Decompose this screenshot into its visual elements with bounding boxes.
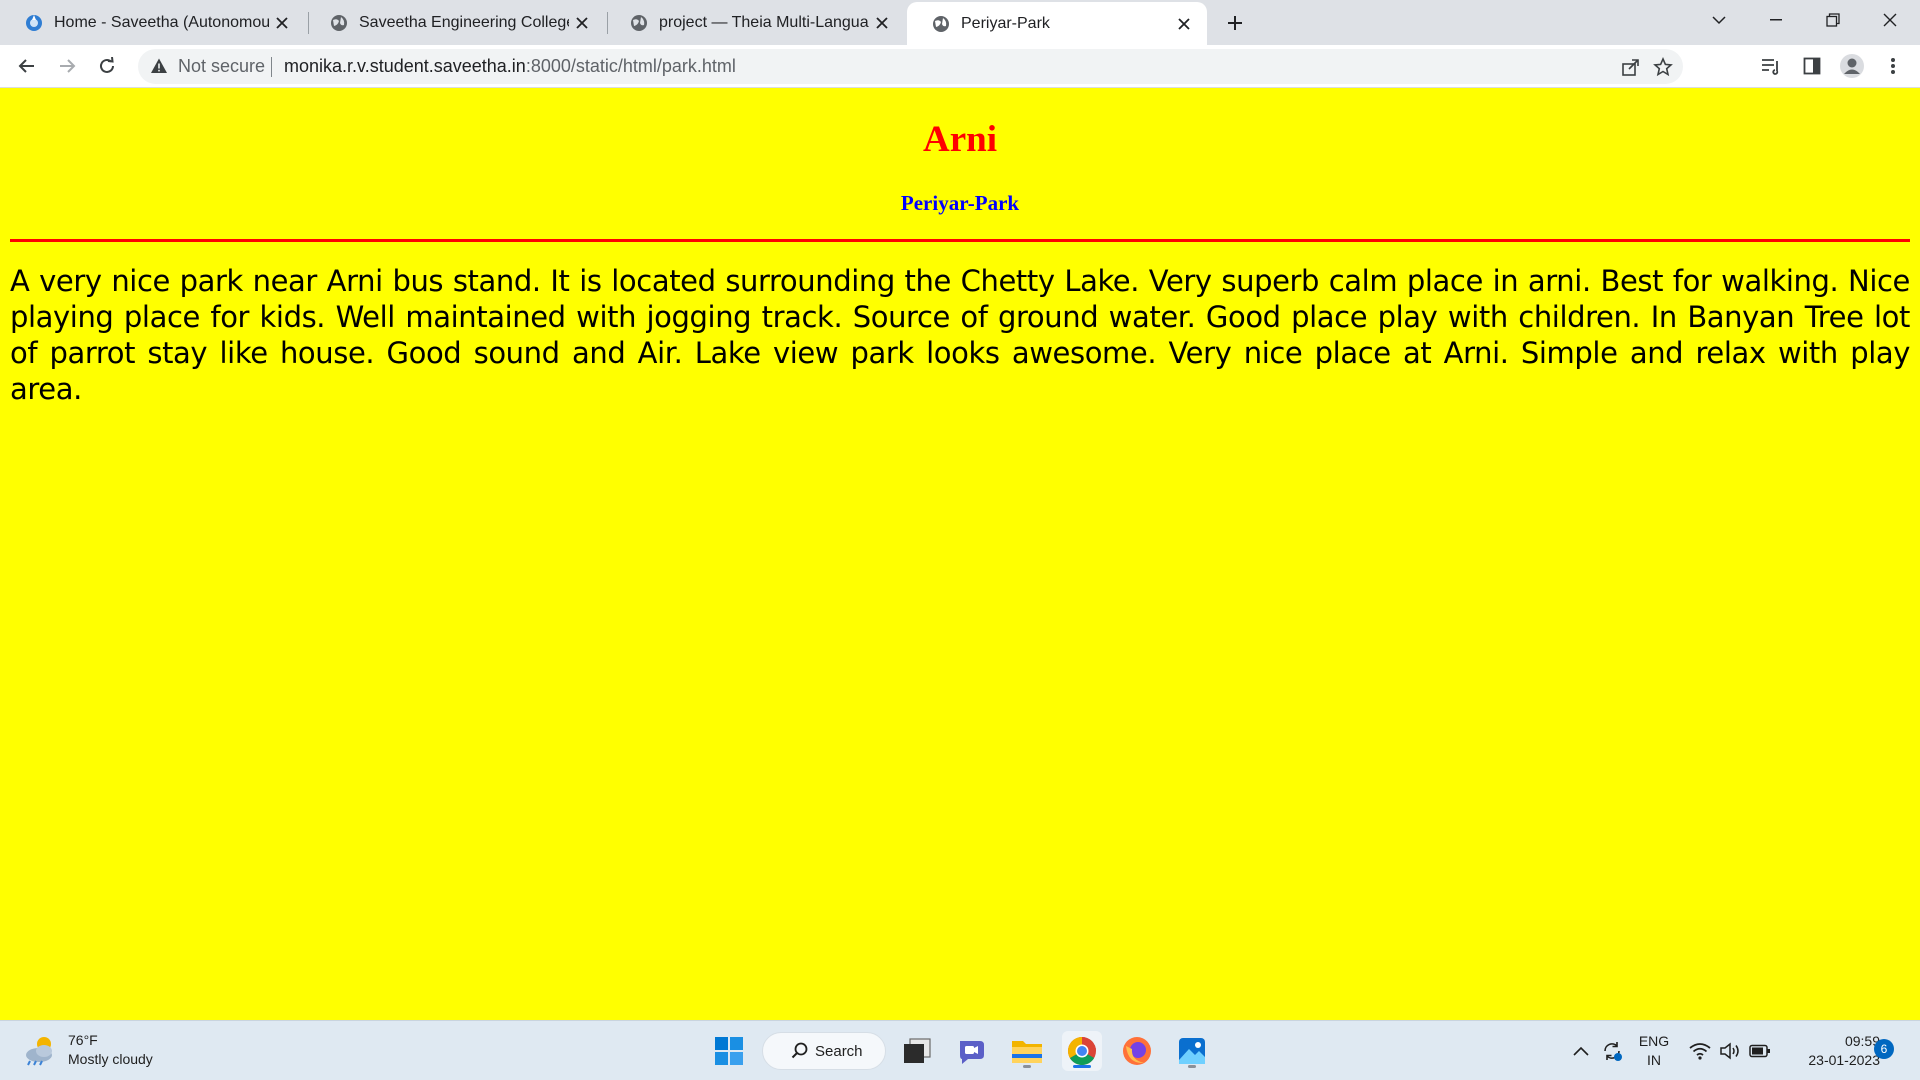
photos-icon [1179,1038,1205,1064]
sync-status-button[interactable] [1598,1021,1626,1080]
firefox-icon [1123,1037,1151,1065]
wifi-icon [1689,1043,1711,1060]
security-status[interactable]: Not secure [178,56,265,77]
horizontal-rule [10,239,1910,242]
chrome-menu-button[interactable] [1877,50,1909,82]
tab-title: project — Theia Multi-Language [659,13,869,31]
battery-icon [1749,1044,1770,1058]
chrome-taskbar-button[interactable] [1062,1031,1102,1071]
reload-icon [100,57,114,73]
park-description: A very nice park near Arni bus stand. It… [10,264,1910,406]
folder-icon [1012,1041,1042,1063]
address-bar[interactable]: Not secure monika.r.v.student.saveetha.i… [138,49,1683,84]
arrow-left-icon [18,59,34,73]
side-panel-icon [1803,57,1821,75]
bookmark-star-icon[interactable] [1650,54,1676,80]
task-view-button[interactable] [897,1031,937,1071]
address-divider [271,57,272,77]
weather-widget[interactable]: 76°F Mostly cloudy [22,1031,153,1069]
globe-icon [629,13,649,33]
arrow-right-icon [60,59,76,73]
start-button[interactable] [709,1031,749,1071]
url-host: monika.r.v.student.saveetha.in [284,56,526,76]
lang-region: IN [1647,1052,1661,1068]
partly-cloudy-icon [26,1037,52,1066]
running-indicator [1023,1065,1031,1068]
avatar-icon [1840,54,1864,78]
windows-logo-icon [715,1037,743,1065]
close-icon [1883,13,1897,27]
video-chat-icon [960,1041,984,1064]
battery-button[interactable] [1746,1021,1774,1080]
minimize-icon [1770,19,1782,21]
restore-icon [1826,13,1840,27]
close-tab-icon[interactable] [569,10,595,36]
forward-button[interactable] [51,50,83,82]
saveetha-logo-icon [24,13,44,33]
tab-title: Periyar-Park [961,14,1050,32]
notification-badge[interactable]: 6 [1874,1039,1894,1059]
url-path: :8000/static/html/park.html [525,56,736,76]
globe-icon [931,14,951,34]
tab-strip: Home - Saveetha (Autonomous) Saveetha En… [0,0,1920,45]
search-icon [791,1042,808,1059]
close-window-button[interactable] [1868,0,1912,40]
reload-button[interactable] [91,50,123,82]
volume-button[interactable] [1716,1021,1744,1080]
profile-button[interactable] [1836,50,1868,82]
task-view-icon [904,1038,931,1063]
search-label: Search [815,1042,863,1060]
page-subheading: Periyar-Park [900,191,1020,215]
tab-theia-project[interactable]: project — Theia Multi-Language [605,0,905,45]
file-explorer-button[interactable] [1007,1031,1047,1071]
running-indicator [1188,1065,1196,1068]
tab-title: Saveetha Engineering College [359,13,569,31]
active-indicator [1073,1065,1091,1068]
chevron-up-icon [1573,1046,1589,1056]
show-hidden-icons-button[interactable] [1568,1021,1594,1080]
weather-temp: 76°F [68,1032,98,1048]
tab-periyar-park[interactable]: Periyar-Park [907,2,1207,45]
playlist-icon [1762,59,1779,75]
browser-toolbar: Not secure monika.r.v.student.saveetha.i… [0,45,1920,88]
sync-icon [1604,1042,1622,1061]
chevron-down-icon [1712,16,1726,25]
back-button[interactable] [11,50,43,82]
reading-list-button[interactable] [1755,50,1787,82]
close-tab-icon[interactable] [1171,11,1197,37]
windows-taskbar: 76°F Mostly cloudy Search ENG IN 09:59 2… [0,1020,1920,1080]
clock-date: 23-01-2023 [1808,1052,1880,1068]
tab-title: Home - Saveetha (Autonomous) [54,13,269,31]
url-text[interactable]: monika.r.v.student.saveetha.in:8000/stat… [284,56,736,77]
tab-search-button[interactable] [1697,0,1741,40]
teams-chat-button[interactable] [952,1031,992,1071]
warning-icon[interactable] [150,57,170,77]
share-icon[interactable] [1618,54,1644,80]
page-heading: Arni [923,119,997,160]
speaker-icon [1720,1042,1739,1060]
globe-icon [329,13,349,33]
close-tab-icon[interactable] [269,10,295,36]
restore-button[interactable] [1811,0,1855,40]
close-tab-icon[interactable] [869,10,895,36]
plus-icon [1228,16,1242,30]
web-page: Arni Periyar-Park A very nice park near … [0,88,1920,1020]
tab-home-saveetha[interactable]: Home - Saveetha (Autonomous) [0,0,305,45]
side-panel-button[interactable] [1796,50,1828,82]
network-button[interactable] [1686,1021,1714,1080]
kebab-menu-icon [1891,58,1895,74]
chrome-icon [1068,1037,1096,1065]
weather-condition: Mostly cloudy [68,1051,153,1067]
tab-saveetha-engineering[interactable]: Saveetha Engineering College [305,0,605,45]
clock-time: 09:59 [1844,1033,1880,1049]
lang-code: ENG [1638,1033,1670,1049]
input-language[interactable]: ENG IN [1636,1032,1672,1070]
system-clock[interactable]: 09:59 23-01-2023 [1780,1032,1880,1070]
minimize-button[interactable] [1754,0,1798,40]
new-tab-button[interactable] [1220,8,1250,38]
taskbar-search[interactable]: Search [762,1032,886,1070]
firefox-button[interactable] [1117,1031,1157,1071]
photos-app-button[interactable] [1172,1031,1212,1071]
